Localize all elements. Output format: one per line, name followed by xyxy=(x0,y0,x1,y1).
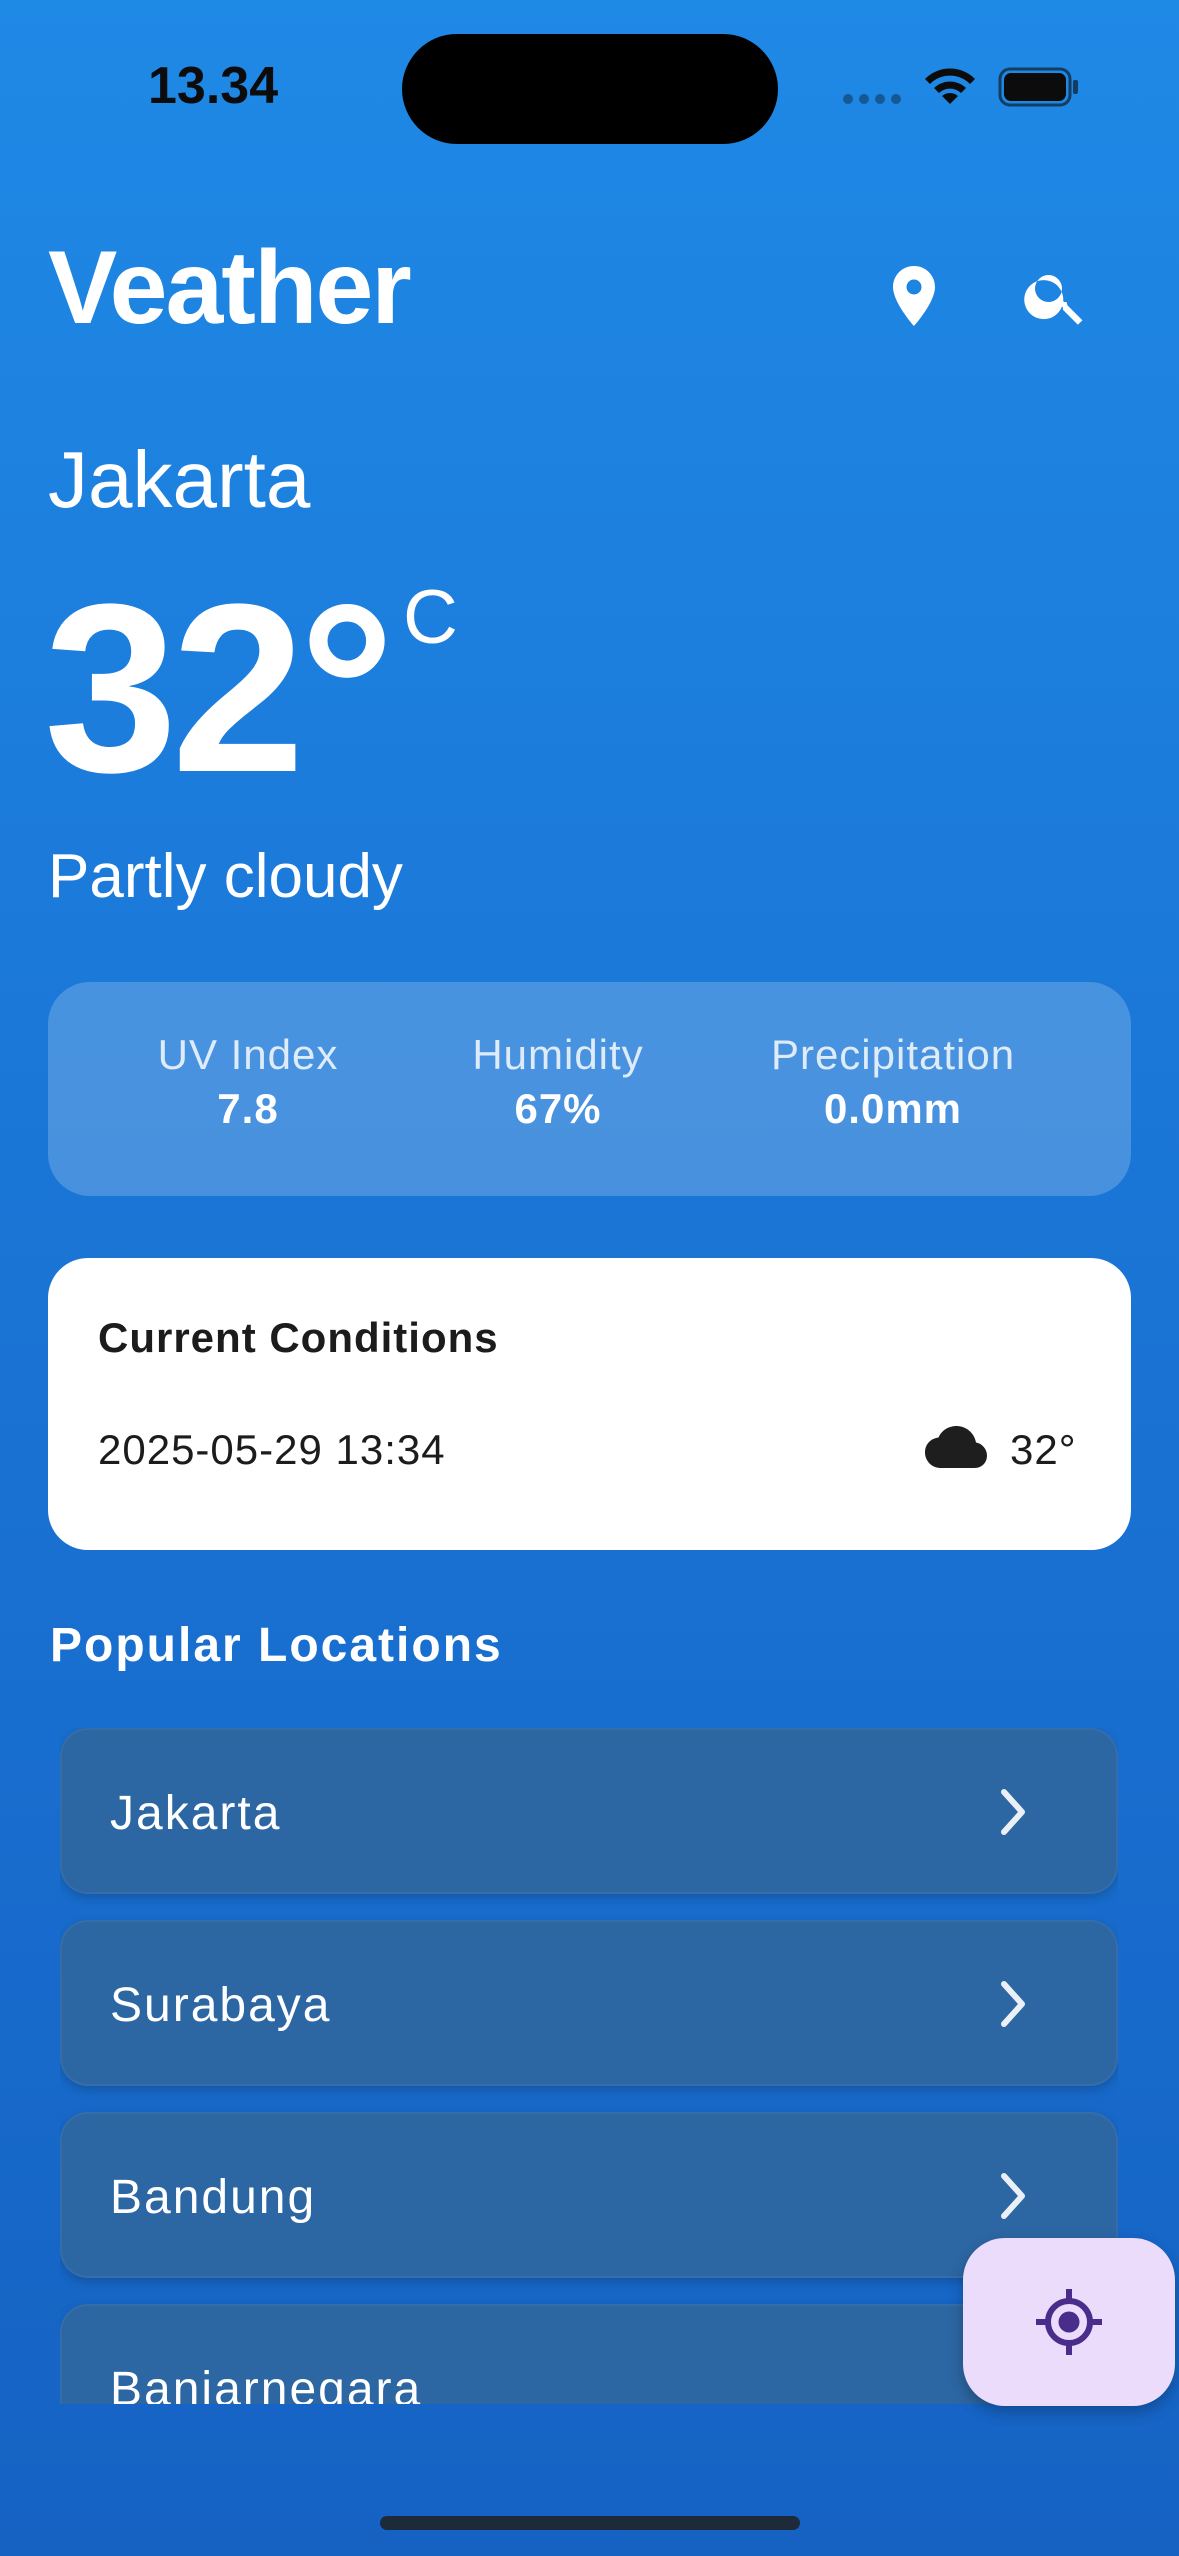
chevron-right-icon xyxy=(1001,1789,1025,1835)
location-name: Surabaya xyxy=(110,1979,332,2032)
location-item-banjarnegara[interactable]: Banjarnegara xyxy=(60,2304,1118,2404)
my-location-button[interactable] xyxy=(963,2238,1175,2406)
my-location-icon xyxy=(1036,2289,1102,2355)
stat-label: UV Index xyxy=(157,1031,339,1078)
cloud-icon xyxy=(925,1426,987,1468)
location-name: Jakarta xyxy=(110,1787,282,1840)
wifi-icon xyxy=(925,68,975,104)
stat-humidity: Humidity 67% xyxy=(438,1031,678,1135)
search-icon[interactable] xyxy=(1020,260,1092,332)
location-item-bandung[interactable]: Bandung xyxy=(60,2112,1118,2278)
dynamic-island xyxy=(402,34,778,144)
popular-locations-list: Jakarta Surabaya Bandung Banjarnegara xyxy=(60,1728,1118,2404)
battery-icon xyxy=(998,67,1078,107)
app-title: Veather xyxy=(48,230,412,346)
stat-precipitation: Precipitation 0.0mm xyxy=(748,1031,1038,1135)
current-conditions-card: Current Conditions 2025-05-29 13:34 32° xyxy=(48,1258,1131,1550)
stat-label: Precipitation xyxy=(770,1031,1016,1078)
conditions-temperature: 32° xyxy=(1010,1426,1077,1473)
cellular-signal-icon xyxy=(843,94,901,104)
city-name: Jakarta xyxy=(48,435,311,524)
location-name: Banjarnegara xyxy=(110,2363,423,2404)
stat-label: Humidity xyxy=(472,1031,644,1078)
location-item-surabaya[interactable]: Surabaya xyxy=(60,1920,1118,2086)
stat-value: 0.0mm xyxy=(823,1085,963,1133)
temperature-value: 32° xyxy=(44,554,395,822)
temperature-display: 32° C xyxy=(44,554,458,822)
home-indicator[interactable] xyxy=(380,2516,800,2530)
temperature-unit: C xyxy=(402,575,458,660)
chevron-right-icon xyxy=(1001,1981,1025,2027)
popular-locations-heading: Popular Locations xyxy=(50,1619,503,1672)
conditions-timestamp: 2025-05-29 13:34 xyxy=(98,1426,446,1473)
stat-value: 67% xyxy=(514,1085,602,1133)
weather-condition: Partly cloudy xyxy=(48,842,403,911)
chevron-right-icon xyxy=(1001,2173,1025,2219)
stat-uv-index: UV Index 7.8 xyxy=(138,1031,358,1135)
location-item-jakarta[interactable]: Jakarta xyxy=(60,1728,1118,1894)
location-name: Bandung xyxy=(110,2171,317,2224)
weather-stats-card: UV Index 7.8 Humidity 67% Precipitation … xyxy=(48,982,1131,1196)
status-time: 13.34 xyxy=(148,57,279,115)
card-title: Current Conditions xyxy=(98,1314,499,1361)
map-pin-icon[interactable] xyxy=(878,260,950,332)
stat-value: 7.8 xyxy=(217,1085,279,1133)
